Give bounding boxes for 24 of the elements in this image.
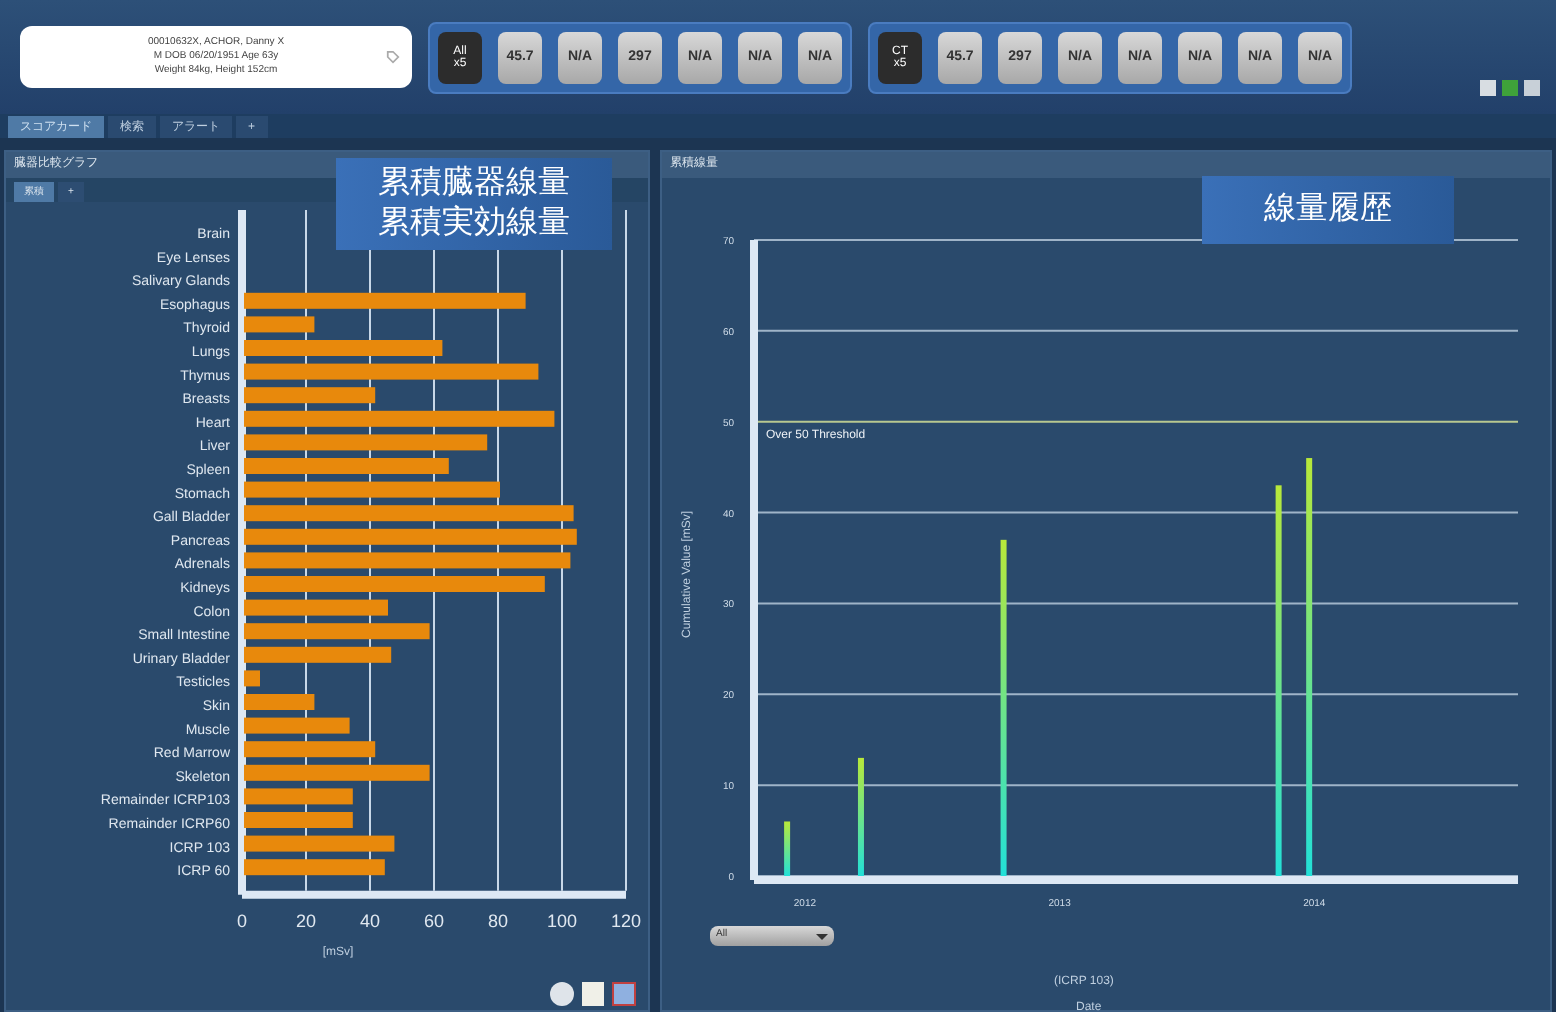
dose-bar	[244, 316, 315, 333]
dose-bar	[244, 670, 260, 687]
tick-label: 0	[237, 910, 247, 931]
tick-label: 60	[424, 910, 444, 931]
callout-text: 線量履歴	[1264, 190, 1392, 230]
dose-bar	[244, 387, 376, 404]
dose-bar	[244, 694, 315, 710]
dose-stem	[784, 821, 791, 876]
tick-label: 40	[360, 910, 380, 931]
tick-label: 80	[488, 910, 508, 931]
tag-icon	[386, 50, 400, 64]
tick-label: 100	[546, 910, 578, 931]
callout-text: 累積臓器線量	[378, 164, 570, 204]
dose-bar	[244, 717, 350, 734]
caret-icon	[816, 933, 828, 939]
dose-bar	[244, 859, 385, 876]
tick-label: 20	[296, 910, 316, 931]
dose-bar	[244, 741, 376, 758]
dose-stem	[857, 757, 864, 876]
dose-bar	[244, 788, 353, 805]
tick-label: 120	[610, 910, 642, 931]
callout-text: 累積実効線量	[378, 204, 570, 244]
dose-bar	[244, 599, 388, 616]
dose-bar	[244, 812, 353, 828]
